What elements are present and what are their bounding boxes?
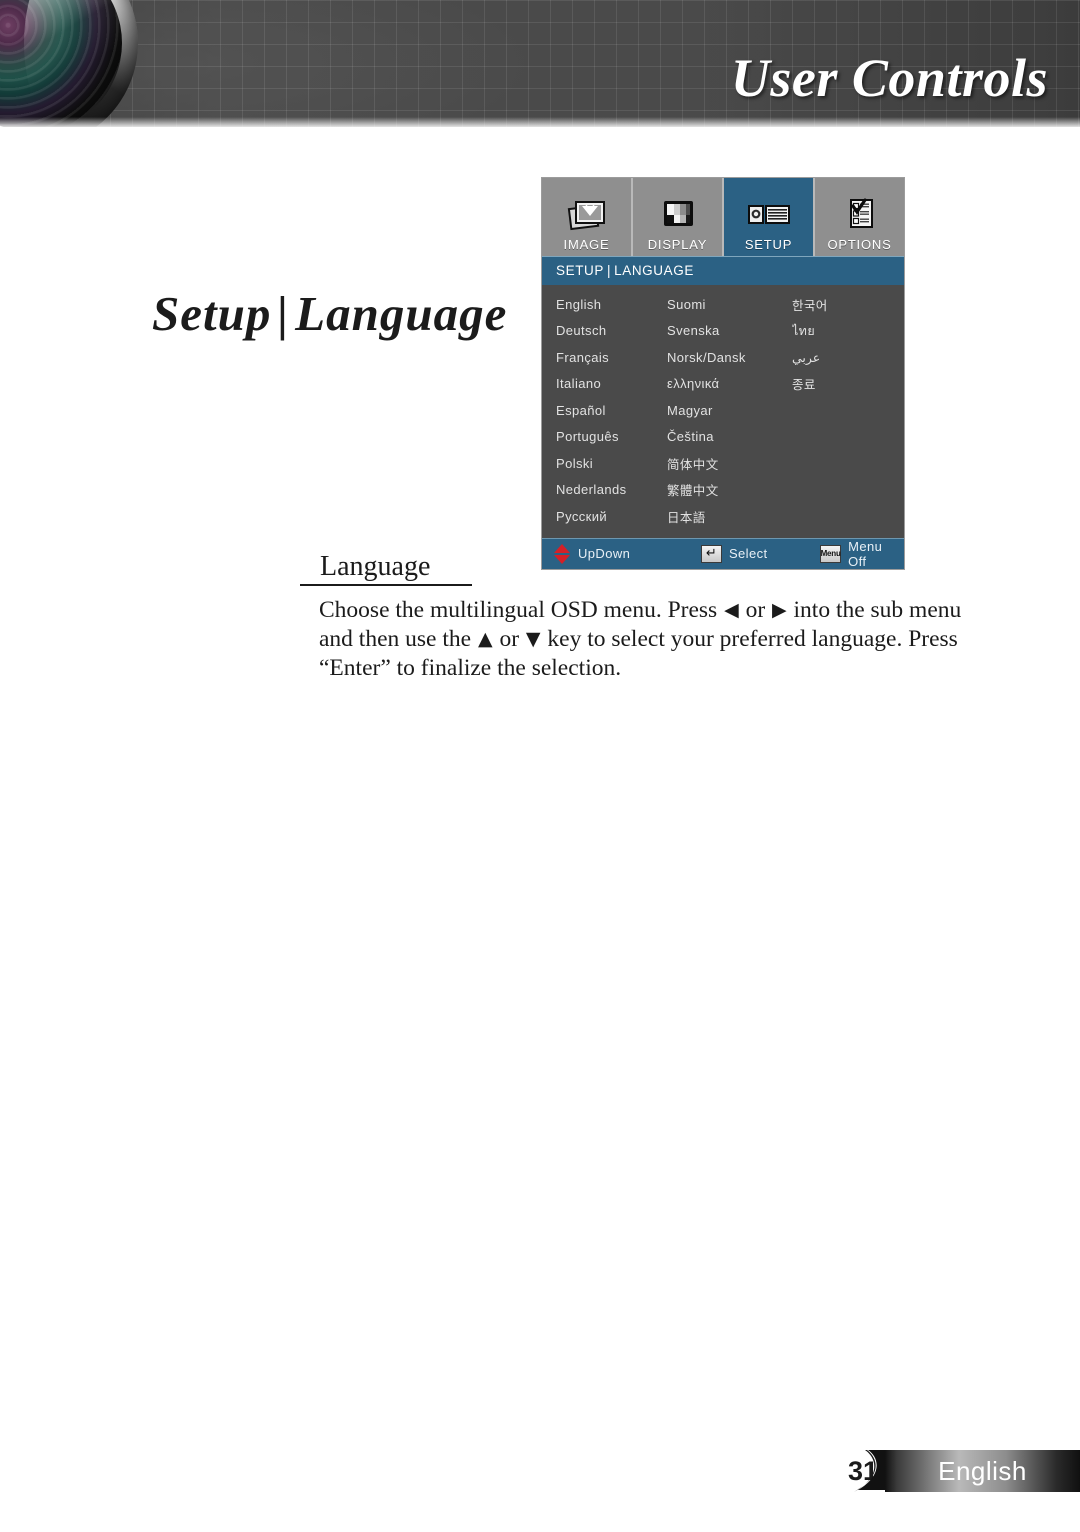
- osd-language-option[interactable]: Português: [542, 429, 667, 444]
- osd-language-row[interactable]: English Suomi 한국어: [542, 291, 904, 318]
- osd-footer-updown-label: UpDown: [578, 546, 631, 561]
- section-heading: Language: [300, 551, 500, 586]
- osd-language-option[interactable]: English: [542, 297, 667, 312]
- osd-breadcrumb-current: LANGUAGE: [614, 263, 694, 278]
- body-text-part-1: Choose the multilingual OSD menu. Press: [319, 597, 724, 623]
- osd-language-row[interactable]: Français Norsk/Dansk عربي: [542, 344, 904, 371]
- page-title-left: Setup: [152, 286, 272, 341]
- osd-language-option[interactable]: 한국어: [792, 295, 902, 314]
- osd-language-option[interactable]: Suomi: [667, 297, 792, 312]
- footer-language-tab: English: [885, 1450, 1080, 1492]
- osd-tab-label-display: DISPLAY: [647, 237, 708, 252]
- section-heading-underline: [300, 584, 472, 586]
- osd-language-option[interactable]: ελληνικά: [667, 376, 792, 391]
- osd-tab-label-setup: SETUP: [744, 237, 793, 252]
- osd-tab-display[interactable]: DISPLAY: [633, 178, 724, 256]
- page-footer: 31 English: [0, 1450, 1080, 1496]
- osd-language-row[interactable]: Español Magyar: [542, 397, 904, 424]
- footer-language-label: English: [938, 1455, 1027, 1486]
- lens-highlight: [24, 0, 136, 127]
- osd-language-row[interactable]: Русский 日本語: [542, 503, 904, 530]
- osd-language-option[interactable]: Français: [542, 350, 667, 365]
- osd-breadcrumb-parent: SETUP: [556, 263, 605, 278]
- osd-footer-bar: UpDown ↵ Select Menu Menu Off: [542, 537, 904, 569]
- checklist-icon: [840, 193, 880, 237]
- menu-key-icon: Menu: [820, 544, 842, 563]
- page-title-banner: User Controls: [730, 48, 1048, 108]
- osd-language-option[interactable]: 繁體中文: [667, 480, 792, 499]
- osd-language-row[interactable]: Deutsch Svenska ไทย: [542, 318, 904, 345]
- enter-key-icon: ↵: [700, 544, 722, 563]
- osd-language-row[interactable]: Polski 简体中文: [542, 450, 904, 477]
- osd-language-option[interactable]: Deutsch: [542, 323, 667, 338]
- osd-language-option[interactable]: Русский: [542, 509, 667, 524]
- osd-language-option[interactable]: عربي: [792, 350, 902, 365]
- osd-language-row[interactable]: Italiano ελληνικά 종료: [542, 371, 904, 398]
- page-header-banner: User Controls: [0, 0, 1080, 127]
- osd-language-option[interactable]: Italiano: [542, 376, 667, 391]
- osd-tab-label-image: IMAGE: [563, 237, 610, 252]
- osd-breadcrumb: SETUP | LANGUAGE: [542, 256, 904, 285]
- osd-footer-menu-off-label: Menu Off: [848, 538, 883, 569]
- osd-tab-options[interactable]: OPTIONS: [815, 178, 904, 256]
- page-title: Setup | Language: [152, 285, 507, 342]
- osd-breadcrumb-separator: |: [607, 263, 612, 278]
- left-arrow-icon: ◀: [724, 599, 739, 621]
- osd-tab-label-options: OPTIONS: [827, 237, 892, 252]
- osd-language-option[interactable]: ไทย: [792, 321, 902, 341]
- osd-menu-panel: IMAGE DISPLAY SETUP OPTIONS SETUP | LANG…: [541, 177, 905, 570]
- osd-language-option[interactable]: Nederlands: [542, 482, 667, 497]
- right-arrow-icon: ▶: [772, 599, 787, 621]
- osd-footer-select-label: Select: [728, 546, 768, 561]
- image-stack-icon: [566, 193, 608, 237]
- section-body-text: Choose the multilingual OSD menu. Press …: [319, 596, 969, 683]
- osd-footer-menu-off[interactable]: Menu Menu Off: [820, 539, 904, 569]
- page-title-separator: |: [277, 286, 290, 341]
- osd-language-row[interactable]: Português Čeština: [542, 424, 904, 451]
- section-heading-label: Language: [320, 551, 431, 582]
- osd-tab-bar: IMAGE DISPLAY SETUP OPTIONS: [542, 178, 904, 256]
- page-title-right: Language: [295, 286, 508, 341]
- osd-language-option[interactable]: Español: [542, 403, 667, 418]
- osd-language-option[interactable]: 종료: [792, 374, 902, 393]
- osd-language-option[interactable]: Čeština: [667, 429, 792, 444]
- osd-tab-image[interactable]: IMAGE: [542, 178, 633, 256]
- osd-language-row[interactable]: Nederlands 繁體中文: [542, 477, 904, 504]
- projector-lens-photo: [0, 0, 138, 127]
- osd-language-option[interactable]: 日本語: [667, 507, 792, 526]
- osd-language-option[interactable]: 简体中文: [667, 454, 792, 473]
- test-pattern-icon: [657, 193, 699, 237]
- osd-language-option[interactable]: Norsk/Dansk: [667, 350, 792, 365]
- body-text-part-2: or: [739, 597, 772, 623]
- osd-language-list: English Suomi 한국어 Deutsch Svenska ไทย Fr…: [542, 285, 904, 538]
- osd-language-option[interactable]: Magyar: [667, 403, 792, 418]
- header-bottom-fade: [0, 117, 1080, 127]
- osd-language-option[interactable]: Polski: [542, 456, 667, 471]
- up-down-arrows-icon: [554, 543, 570, 564]
- osd-language-option[interactable]: Svenska: [667, 323, 792, 338]
- osd-tab-setup[interactable]: SETUP: [724, 178, 815, 256]
- projector-icon: [745, 193, 793, 237]
- up-arrow-icon: ▲: [477, 628, 493, 650]
- osd-footer-updown[interactable]: UpDown: [542, 543, 701, 564]
- body-text-part-4: or: [493, 626, 525, 652]
- osd-footer-select[interactable]: ↵ Select: [700, 544, 820, 563]
- down-arrow-icon: ▼: [525, 628, 541, 650]
